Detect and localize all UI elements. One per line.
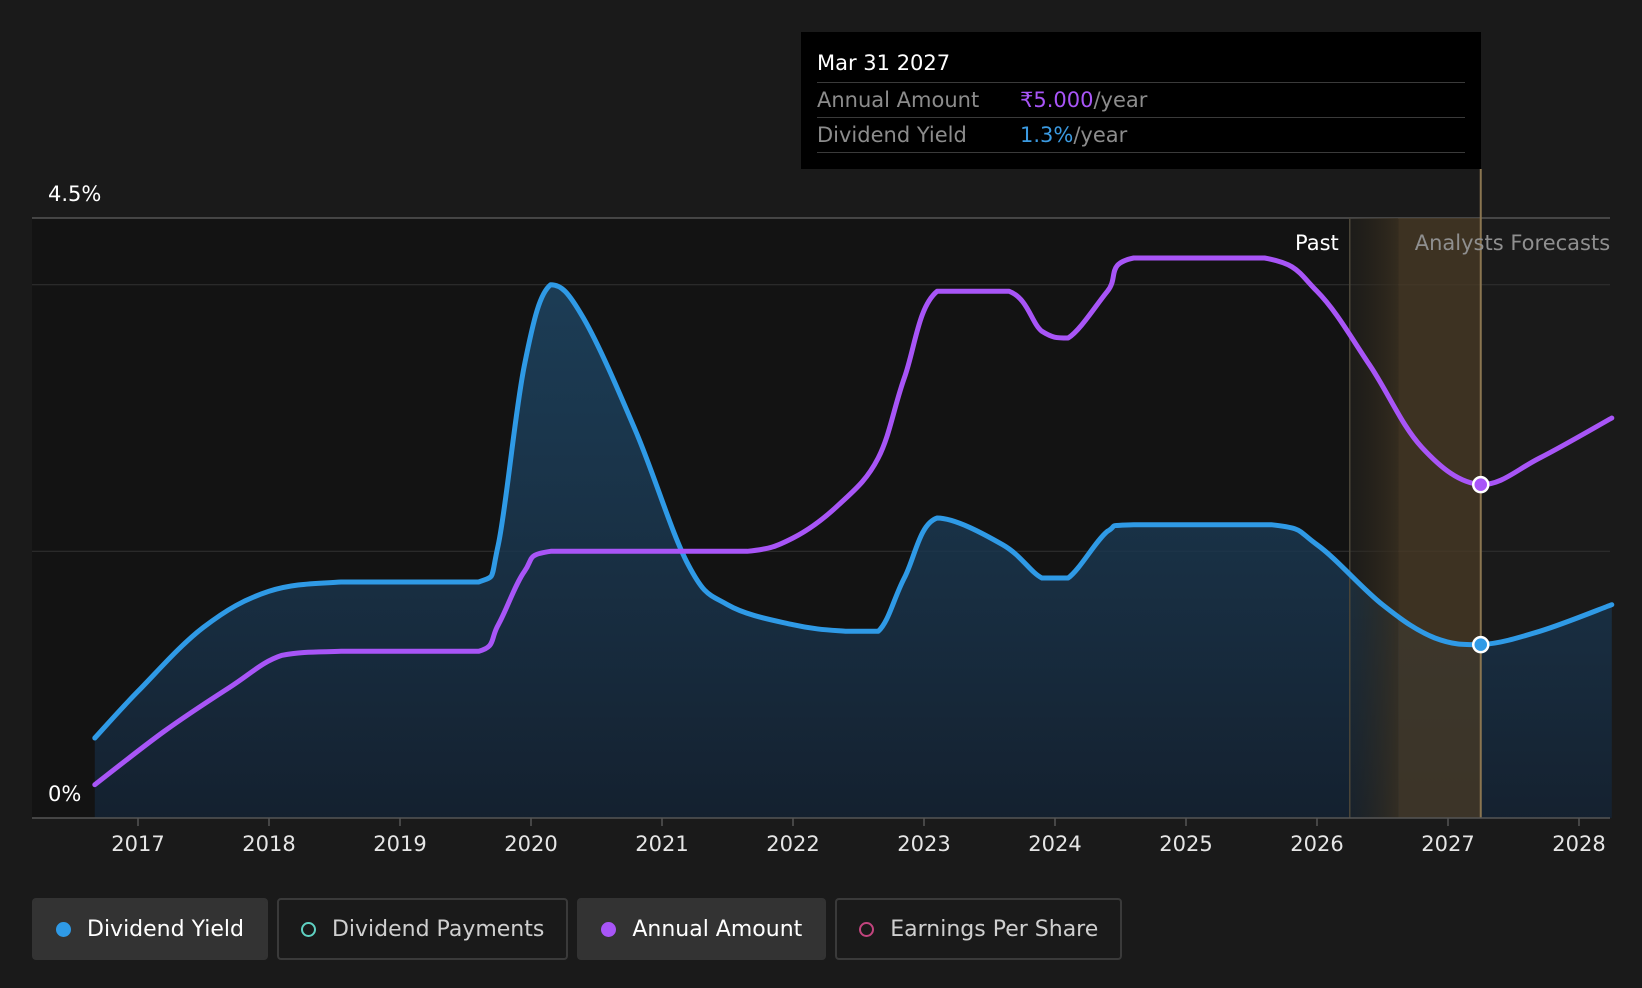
analysts-forecasts-label: Analysts Forecasts bbox=[1415, 231, 1610, 255]
legend-dot-icon bbox=[56, 921, 71, 937]
tooltip-unit: /year bbox=[1093, 88, 1148, 112]
past-label: Past bbox=[1295, 231, 1339, 255]
x-tick-label: 2024 bbox=[1028, 832, 1081, 856]
legend-earnings-per-share[interactable]: Earnings Per Share bbox=[835, 898, 1123, 960]
legend-label: Dividend Yield bbox=[87, 916, 244, 942]
x-tick-label: 2020 bbox=[504, 832, 557, 856]
x-tick-label: 2017 bbox=[111, 832, 164, 856]
legend-label: Dividend Payments bbox=[331, 916, 545, 942]
hover-point-yield bbox=[1472, 635, 1490, 654]
x-tick-label: 2023 bbox=[897, 832, 950, 856]
forecast-band bbox=[1398, 218, 1481, 818]
legend-dot-icon bbox=[300, 921, 316, 937]
tooltip-unit: /year bbox=[1073, 123, 1128, 147]
x-tick-label: 2018 bbox=[242, 832, 295, 856]
x-tick-label: 2021 bbox=[635, 832, 688, 856]
x-tick-label: 2027 bbox=[1421, 832, 1474, 856]
legend-label: Annual Amount bbox=[632, 916, 803, 942]
tooltip-label: Annual Amount bbox=[817, 88, 980, 112]
tooltip-label: Dividend Yield bbox=[817, 123, 967, 147]
tooltip-value: 1.3% bbox=[1020, 123, 1074, 147]
hover-point-amount bbox=[1472, 475, 1490, 494]
hover-tooltip: Mar 31 2027 Annual Amount ₹5.000 /year D… bbox=[801, 32, 1481, 169]
tooltip-date: Mar 31 2027 bbox=[817, 46, 1465, 83]
x-tick-label: 2019 bbox=[373, 832, 426, 856]
x-tick-label: 2028 bbox=[1552, 832, 1605, 856]
legend-label: Earnings Per Share bbox=[890, 916, 1099, 942]
past-forecast-transition bbox=[1349, 218, 1399, 818]
tooltip-row-annual-amount: Annual Amount ₹5.000 /year bbox=[817, 83, 1465, 118]
y-tick-label: 4.5% bbox=[48, 182, 101, 206]
x-tick-label: 2026 bbox=[1290, 832, 1343, 856]
y-tick-label: 0% bbox=[48, 782, 81, 806]
tooltip-row-dividend-yield: Dividend Yield 1.3% /year bbox=[817, 118, 1465, 153]
tooltip-value: ₹5.000 bbox=[1020, 88, 1094, 112]
legend-dot-icon bbox=[859, 921, 875, 937]
legend-dividend-payments[interactable]: Dividend Payments bbox=[276, 898, 569, 960]
legend-annual-amount[interactable]: Annual Amount bbox=[577, 898, 827, 960]
x-tick-label: 2022 bbox=[766, 832, 819, 856]
legend-dividend-yield[interactable]: Dividend Yield bbox=[32, 898, 268, 960]
legend: Dividend Yield Dividend Payments Annual … bbox=[32, 898, 1123, 960]
dividend-chart-widget: 2017 2018 2019 2020 2021 2022 2023 2024 2025 2026… bbox=[0, 0, 1642, 988]
legend-dot-icon bbox=[601, 921, 617, 937]
x-tick-label: 2025 bbox=[1159, 832, 1212, 856]
